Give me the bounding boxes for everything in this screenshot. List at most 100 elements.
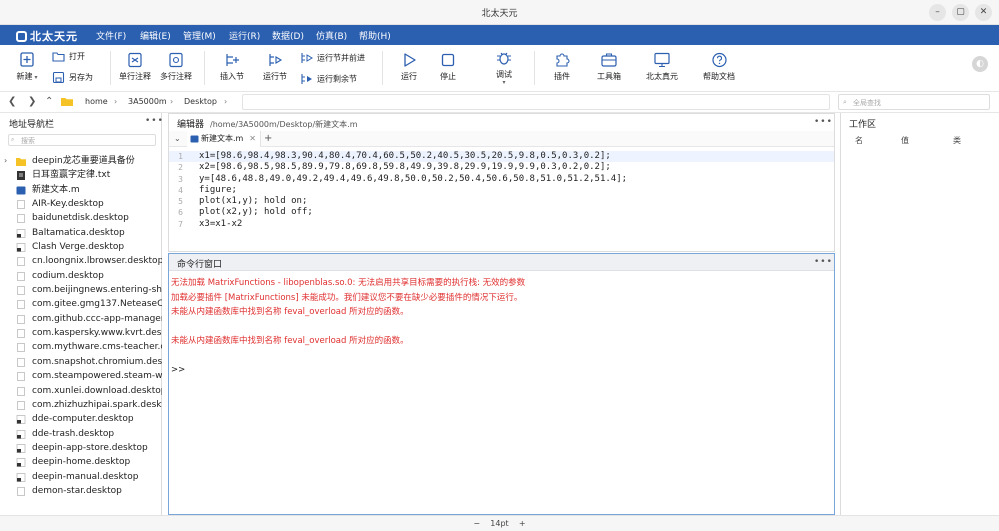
file-list-item[interactable]: com.mythware.cms-teacher.c [0, 340, 162, 354]
code-area[interactable]: 1 x1=[98.6,98.4,98.3,90.4,80.4,70.4,60.5,… [169, 151, 834, 230]
code-line[interactable]: 4 figure; [169, 185, 834, 196]
insert-section-button[interactable]: 插入节 [216, 52, 248, 82]
editor-tab[interactable]: 新建文本.m ✕ [187, 131, 261, 147]
toolbox-button[interactable]: 工具箱 [595, 52, 623, 82]
breadcrumb-home[interactable]: home [85, 97, 108, 106]
back-button[interactable]: ❮ [8, 96, 16, 107]
global-search-input[interactable]: ⌕ 全局查找 [838, 94, 990, 110]
file-list-item[interactable]: Baltamatica.desktop [0, 226, 162, 240]
font-increase-button[interactable]: + [519, 519, 526, 528]
editor-header: 编辑器/home/3A5000m/Desktop/新建文本.m [177, 120, 358, 130]
file-list-item[interactable]: Clash Verge.desktop [0, 240, 162, 254]
open-button[interactable]: 打开 [52, 51, 85, 62]
new-button[interactable]: 新建 ▾ [14, 50, 40, 82]
beitai-button[interactable]: 北太真元 [644, 52, 680, 82]
menu-manage[interactable]: 管理(M) [183, 29, 216, 42]
run-section-button[interactable]: 运行节 [260, 52, 290, 82]
comment-icon [128, 52, 142, 68]
file-name: com.zhizhuzhipai.spark.deskt [32, 399, 162, 410]
menu-file[interactable]: 文件(F) [96, 29, 126, 42]
chevron-down-icon[interactable]: ⌄ [174, 131, 181, 147]
file-list-item[interactable]: dde-computer.desktop [0, 412, 162, 426]
menubar: 北太天元 文件(F) 编辑(E) 管理(M) 运行(R) 数据(D) 仿真(B)… [0, 25, 999, 45]
file-name: AIR-Key.desktop [32, 199, 104, 210]
column-value[interactable]: 值 [901, 135, 909, 146]
file-list-item[interactable]: com.github.ccc-app-manager [0, 312, 162, 326]
file-list-item[interactable]: com.gitee.gmg137.NeteaseClo [0, 297, 162, 311]
plugins-button[interactable]: 插件 [548, 52, 576, 82]
menu-edit[interactable]: 编辑(E) [140, 29, 171, 42]
command-prompt[interactable]: >> [171, 363, 525, 378]
file-list-item[interactable]: › deepin龙芯重要道具备份 [0, 154, 162, 168]
address-input[interactable] [242, 94, 830, 110]
editor-tabbar: ⌄ 新建文本.m ✕ + [169, 131, 834, 147]
user-avatar[interactable]: ◐ [972, 56, 988, 72]
breadcrumb-user[interactable]: 3A5000m [128, 97, 167, 106]
file-list-item[interactable]: com.snapshot.chromium.des [0, 355, 162, 369]
command-window[interactable]: 命令行窗口 ••• 无法加载 MatrixFunctions - libopen… [168, 253, 835, 515]
up-button[interactable]: ⌃ [45, 96, 53, 107]
multi-comment-button[interactable]: 多行注释 [158, 52, 194, 82]
file-list-item[interactable]: com.zhizhuzhipai.spark.deskt [0, 398, 162, 412]
file-list-item[interactable]: deepin-app-store.desktop [0, 441, 162, 455]
m-file-icon [16, 186, 26, 195]
single-comment-button[interactable]: 单行注释 [117, 52, 153, 82]
file-list-item[interactable]: demon-star.desktop [0, 484, 162, 498]
document-icon [17, 257, 25, 267]
run-remaining-button[interactable]: 运行剩余节 [300, 73, 357, 85]
code-line[interactable]: 2 x2=[98.6,98.5,98.5,89.9,79.8,69.8,59.8,… [169, 162, 834, 173]
column-class[interactable]: 类 [953, 135, 961, 146]
save-as-button[interactable]: 另存为 [52, 72, 93, 83]
toolbox-icon [601, 53, 617, 67]
insert-section-icon [226, 54, 239, 66]
help-doc-button[interactable]: 帮助文档 [700, 52, 738, 82]
file-list-item[interactable]: cn.loongnix.lbrowser.desktop [0, 254, 162, 268]
file-list-item[interactable]: codium.desktop [0, 269, 162, 283]
file-list-item[interactable]: com.steampowered.steam-w [0, 369, 162, 383]
run-button[interactable]: 运行 [396, 52, 422, 82]
file-list-item[interactable]: com.kaspersky.www.kvrt.des [0, 326, 162, 340]
code-line[interactable]: 5 plot(x1,y); hold on; [169, 196, 834, 207]
run-section-advance-button[interactable]: 运行节并前进 [300, 52, 365, 64]
file-list-item[interactable]: com.beijingnews.entering-sha [0, 283, 162, 297]
document-icon [17, 487, 25, 496]
file-search-input[interactable]: ⌕ 搜索 [8, 134, 156, 146]
column-name[interactable]: 名 [855, 135, 863, 146]
more-options-icon[interactable]: ••• [814, 257, 833, 267]
executable-icon [16, 243, 26, 252]
menu-help[interactable]: 帮助(H) [359, 29, 391, 42]
code-line[interactable]: 1 x1=[98.6,98.4,98.3,90.4,80.4,70.4,60.5,… [169, 151, 834, 163]
file-list-item[interactable]: deepin-manual.desktop [0, 470, 162, 484]
restore-button[interactable]: ▢ [952, 4, 969, 21]
close-tab-icon[interactable]: ✕ [249, 131, 256, 147]
file-list-item[interactable]: 日耳蛮赢字定律.txt [0, 168, 162, 182]
more-options-icon[interactable]: ••• [814, 117, 833, 127]
breadcrumb-desktop[interactable]: Desktop [184, 97, 217, 106]
more-options-icon[interactable]: ••• [145, 116, 164, 126]
line-number: 1 [178, 152, 183, 161]
code-line[interactable]: 3 y=[48.6,48.8,49.0,49.2,49.4,49.6,49.8,5… [169, 174, 834, 185]
debug-button[interactable]: 调试 ▾ [489, 50, 519, 86]
font-size-label: 14pt [490, 519, 509, 528]
file-name: deepin-home.desktop [32, 457, 131, 468]
font-decrease-button[interactable]: − [473, 519, 480, 528]
file-list-item[interactable]: baidunetdisk.desktop [0, 211, 162, 225]
new-tab-button[interactable]: + [264, 131, 272, 146]
editor-path: /home/3A5000m/Desktop/新建文本.m [210, 120, 358, 129]
menu-run[interactable]: 运行(R) [229, 29, 260, 42]
code-line[interactable]: 7 x3=x1-x2 [169, 219, 834, 230]
minimize-button[interactable]: – [929, 4, 946, 21]
file-list-item[interactable]: deepin-home.desktop [0, 455, 162, 469]
close-button[interactable]: ✕ [975, 4, 992, 21]
file-list-item[interactable]: AIR-Key.desktop [0, 197, 162, 211]
file-list-item[interactable]: 新建文本.m [0, 183, 162, 197]
file-list-item[interactable]: dde-trash.desktop [0, 427, 162, 441]
file-list-item[interactable]: com.xunlei.download.desktop [0, 384, 162, 398]
menu-data[interactable]: 数据(D) [272, 29, 304, 42]
chevron-right-icon[interactable]: › [4, 154, 7, 168]
forward-button[interactable]: ❯ [28, 96, 36, 107]
menu-simulation[interactable]: 仿真(B) [316, 29, 347, 42]
stop-button[interactable]: 停止 [435, 52, 461, 82]
code-line[interactable]: 6 plot(x2,y); hold off; [169, 207, 834, 218]
file-name: cn.loongnix.lbrowser.desktop [32, 256, 162, 267]
